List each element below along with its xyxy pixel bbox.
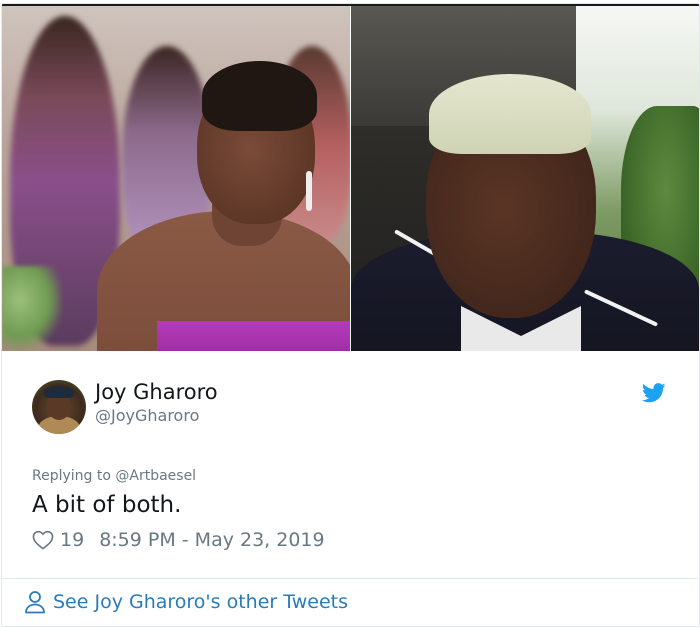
like-count[interactable]: 19: [60, 529, 84, 551]
tweet-timestamp[interactable]: 8:59 PM - May 23, 2019: [99, 529, 324, 551]
heart-icon[interactable]: [32, 530, 54, 550]
see-other-tweets-link[interactable]: See Joy Gharoro's other Tweets: [24, 590, 348, 614]
tweet-meta: 19 8:59 PM - May 23, 2019: [32, 527, 325, 553]
avatar[interactable]: [32, 380, 86, 434]
person-icon: [25, 591, 45, 614]
twitter-bird-icon[interactable]: [642, 383, 666, 403]
photo-after[interactable]: [351, 6, 699, 351]
see-other-tweets-label[interactable]: See Joy Gharoro's other Tweets: [53, 591, 348, 613]
footer-divider: [1, 578, 698, 579]
tweet-text: A bit of both.: [32, 492, 182, 518]
photo-before[interactable]: [2, 6, 350, 351]
replying-to[interactable]: Replying to @Artbaesel: [32, 468, 196, 484]
author-display-name[interactable]: Joy Gharoro: [95, 380, 218, 404]
author-handle[interactable]: @JoyGharoro: [95, 406, 199, 425]
media-divider: [350, 6, 351, 351]
